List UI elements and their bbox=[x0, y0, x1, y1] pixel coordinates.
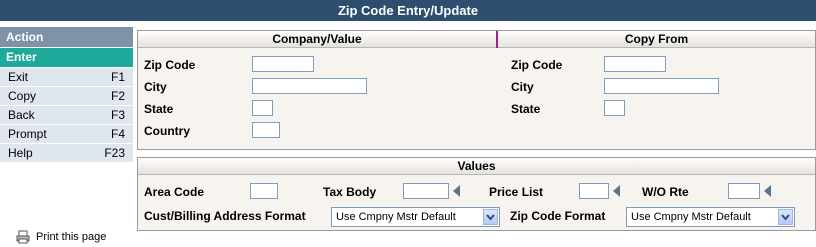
cust-billing-value: Use Cmpny Mstr Default bbox=[336, 211, 456, 223]
sidebar-item-exit[interactable]: Exit F1 bbox=[0, 68, 133, 86]
print-link[interactable]: Print this page bbox=[16, 229, 106, 245]
values-panel: Values Area Code Tax Body Price List W/O… bbox=[137, 157, 816, 231]
company-zip-input[interactable] bbox=[252, 56, 314, 72]
sidebar-item-key: F4 bbox=[110, 127, 125, 141]
copy-zip-label: Zip Code bbox=[511, 58, 563, 72]
sidebar-item-label: Exit bbox=[8, 70, 29, 84]
wo-rte-prompt-icon[interactable] bbox=[764, 185, 771, 197]
sidebar-item-label: Help bbox=[8, 146, 33, 160]
values-header: Values bbox=[457, 159, 496, 173]
sidebar-item-label: Prompt bbox=[8, 127, 47, 141]
company-country-input[interactable] bbox=[252, 122, 280, 138]
action-sidebar: Action Enter Exit F1 Copy F2 Back F3 Prompt… bbox=[0, 27, 133, 224]
copy-state-label: State bbox=[511, 102, 541, 116]
cust-billing-select[interactable]: Use Cmpny Mstr Default bbox=[331, 207, 500, 227]
sidebar-item-key: F3 bbox=[110, 108, 125, 122]
sidebar-item-key: F2 bbox=[110, 89, 125, 103]
sidebar-item-prompt[interactable]: Prompt F4 bbox=[0, 125, 133, 143]
wo-rte-input[interactable] bbox=[728, 183, 760, 199]
price-list-prompt-icon[interactable] bbox=[613, 185, 620, 197]
copy-state-input[interactable] bbox=[604, 100, 625, 116]
company-city-label: City bbox=[144, 80, 167, 94]
chevron-down-icon[interactable] bbox=[483, 209, 498, 225]
company-value-header: Company/Value bbox=[272, 32, 362, 46]
price-list-label: Price List bbox=[489, 185, 544, 199]
window-title: Zip Code Entry/Update bbox=[0, 0, 816, 21]
cust-billing-label: Cust/Billing Address Format bbox=[144, 209, 306, 223]
wo-rte-label: W/O Rte bbox=[642, 185, 689, 199]
sidebar-item-copy[interactable]: Copy F2 bbox=[0, 87, 133, 105]
sidebar-item-label: Copy bbox=[8, 89, 37, 103]
sidebar-header: Action bbox=[0, 27, 133, 47]
zip-format-label: Zip Code Format bbox=[510, 209, 606, 223]
sidebar-item-key: F1 bbox=[110, 70, 125, 84]
company-copy-panel: Company/Value Copy From Zip Code City St… bbox=[137, 30, 816, 150]
company-state-input[interactable] bbox=[252, 100, 273, 116]
company-city-input[interactable] bbox=[252, 78, 367, 94]
zip-format-value: Use Cmpny Mstr Default bbox=[631, 211, 751, 223]
copy-city-label: City bbox=[511, 80, 534, 94]
copy-zip-input[interactable] bbox=[604, 56, 666, 72]
company-country-label: Country bbox=[144, 124, 190, 138]
area-code-input[interactable] bbox=[250, 183, 278, 199]
sidebar-item-help[interactable]: Help F23 bbox=[0, 144, 133, 162]
sidebar-item-back[interactable]: Back F3 bbox=[0, 106, 133, 124]
area-code-label: Area Code bbox=[144, 185, 205, 199]
print-link-label: Print this page bbox=[36, 231, 107, 243]
printer-icon bbox=[16, 230, 30, 244]
zip-format-select[interactable]: Use Cmpny Mstr Default bbox=[626, 207, 795, 227]
company-state-label: State bbox=[144, 102, 174, 116]
sidebar-item-key: F23 bbox=[104, 146, 125, 160]
chevron-down-icon[interactable] bbox=[778, 209, 793, 225]
panel-header-row: Company/Value Copy From bbox=[138, 31, 815, 48]
price-list-input[interactable] bbox=[579, 183, 609, 199]
company-zip-label: Zip Code bbox=[144, 58, 196, 72]
copy-city-input[interactable] bbox=[604, 78, 719, 94]
sidebar-item-label: Back bbox=[8, 108, 35, 122]
copy-from-header: Copy From bbox=[624, 32, 689, 46]
sidebar-item-enter[interactable]: Enter bbox=[0, 48, 133, 67]
tax-body-prompt-icon[interactable] bbox=[453, 185, 460, 197]
tax-body-input[interactable] bbox=[403, 183, 449, 199]
tax-body-label: Tax Body bbox=[323, 185, 377, 199]
values-header-row: Values bbox=[138, 158, 815, 175]
